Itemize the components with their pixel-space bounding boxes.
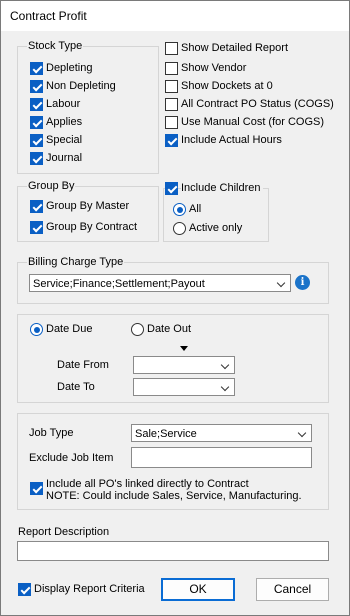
billing-charge-value: Service;Finance;Settlement;Payout — [33, 278, 205, 290]
labour-label: Labour — [46, 98, 81, 110]
date-out-radio[interactable] — [131, 323, 144, 336]
applies-label: Applies — [46, 116, 83, 128]
group-by-label: Group By — [27, 180, 76, 192]
include-po-checkbox[interactable] — [30, 482, 43, 495]
date-from-select[interactable] — [133, 356, 235, 374]
active-only-radio-label: Active only — [189, 222, 243, 234]
depleting-checkbox[interactable] — [30, 62, 43, 75]
all-radio[interactable] — [173, 203, 186, 216]
chevron-down-icon — [276, 278, 286, 288]
report-description-label: Report Description — [18, 526, 110, 538]
billing-charge-label: Billing Charge Type — [27, 256, 125, 268]
journal-checkbox[interactable] — [30, 152, 43, 165]
depleting-label: Depleting — [46, 62, 93, 74]
date-to-label: Date To — [57, 381, 95, 393]
show-dockets-label: Show Dockets at 0 — [181, 80, 273, 92]
window-title: Contract Profit — [10, 9, 87, 23]
show-detailed-report-label: Show Detailed Report — [181, 42, 289, 54]
labour-checkbox[interactable] — [30, 98, 43, 111]
applies-checkbox[interactable] — [30, 116, 43, 129]
show-vendor-label: Show Vendor — [181, 62, 247, 74]
date-out-label: Date Out — [147, 323, 192, 335]
date-from-label: Date From — [57, 359, 109, 371]
billing-charge-select[interactable]: Service;Finance;Settlement;Payout — [29, 274, 291, 292]
journal-label: Journal — [46, 152, 83, 164]
info-icon[interactable]: i — [295, 275, 310, 290]
include-children-label: Include Children — [181, 182, 263, 194]
stock-type-label: Stock Type — [27, 40, 84, 52]
chevron-down-icon — [220, 382, 230, 392]
special-checkbox[interactable] — [30, 134, 43, 147]
use-manual-cost-label: Use Manual Cost (for COGS) — [181, 116, 325, 128]
active-only-radio[interactable] — [173, 222, 186, 235]
all-radio-label: All — [189, 203, 202, 215]
show-dockets-checkbox[interactable] — [165, 80, 178, 93]
cancel-button[interactable]: Cancel — [256, 578, 329, 601]
contract-profit-dialog: Contract Profit Stock Type Depleting Non… — [0, 0, 350, 616]
group-by-master-label: Group By Master — [46, 200, 130, 212]
non-depleting-label: Non Depleting — [46, 80, 116, 92]
job-type-value: Sale;Service — [135, 428, 197, 440]
group-by-contract-label: Group By Contract — [46, 221, 138, 233]
group-by-master-checkbox[interactable] — [30, 200, 43, 213]
display-report-criteria-checkbox[interactable] — [18, 583, 31, 596]
ok-button[interactable]: OK — [161, 578, 235, 601]
include-po-label: Include all PO's linked directly to Cont… — [46, 478, 249, 490]
job-type-label: Job Type — [29, 427, 74, 439]
job-type-select[interactable]: Sale;Service — [131, 424, 312, 442]
use-manual-cost-checkbox[interactable] — [165, 116, 178, 129]
include-po-note: NOTE: Could include Sales, Service, Manu… — [46, 490, 302, 502]
special-label: Special — [46, 134, 83, 146]
exclude-job-item-label: Exclude Job Item — [29, 452, 114, 464]
include-actual-hours-checkbox[interactable] — [165, 134, 178, 147]
include-actual-hours-label: Include Actual Hours — [181, 134, 282, 146]
show-vendor-checkbox[interactable] — [165, 62, 178, 75]
show-detailed-report-checkbox[interactable] — [165, 42, 178, 55]
title-bar: Contract Profit — [1, 1, 349, 31]
display-report-criteria-label: Display Report Criteria — [34, 583, 145, 595]
group-by-contract-checkbox[interactable] — [30, 221, 43, 234]
all-contract-po-status-checkbox[interactable] — [165, 98, 178, 111]
exclude-job-item-input[interactable] — [131, 447, 312, 468]
chevron-down-icon — [297, 428, 307, 438]
chevron-down-icon — [220, 360, 230, 370]
date-due-radio[interactable] — [30, 323, 43, 336]
include-children-checkbox[interactable] — [165, 182, 178, 195]
triangle-down-icon — [180, 346, 188, 351]
date-due-label: Date Due — [46, 323, 93, 335]
all-contract-po-status-label: All Contract PO Status (COGS) — [181, 98, 334, 110]
date-to-select[interactable] — [133, 378, 235, 396]
report-description-input[interactable] — [17, 541, 329, 561]
non-depleting-checkbox[interactable] — [30, 80, 43, 93]
